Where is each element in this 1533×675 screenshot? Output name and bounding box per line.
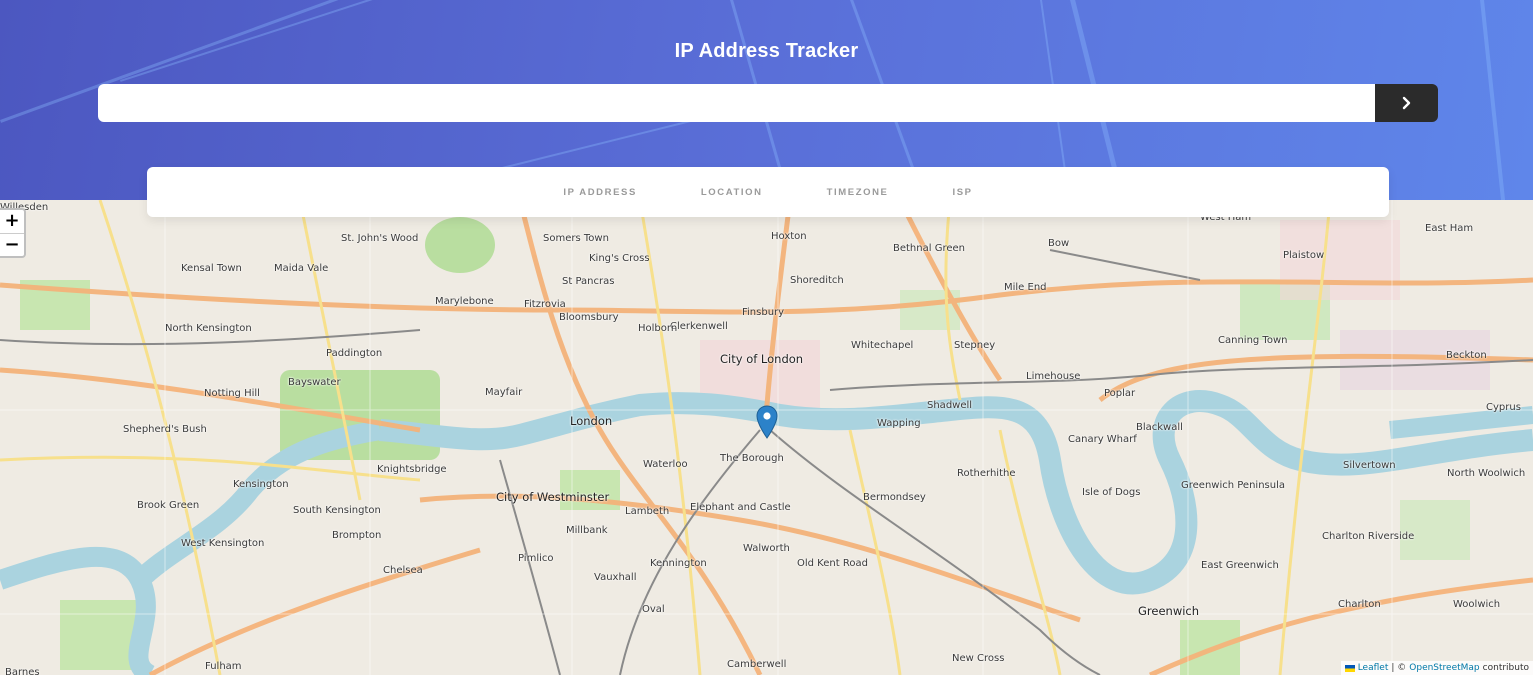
map-place-label: Bayswater bbox=[288, 377, 341, 388]
map-place-label: Marylebone bbox=[435, 296, 494, 307]
info-ip-address: IP ADDRESS bbox=[531, 187, 669, 198]
zoom-control: + − bbox=[0, 208, 26, 258]
info-timezone: TIMEZONE bbox=[795, 187, 921, 198]
info-isp: ISP bbox=[921, 187, 1005, 198]
map-place-label: Plaistow bbox=[1283, 250, 1325, 261]
map-place-label: Silvertown bbox=[1343, 460, 1396, 471]
map-place-label: Charlton Riverside bbox=[1322, 531, 1415, 542]
map-place-label: Brook Green bbox=[137, 500, 200, 511]
map-place-label: Millbank bbox=[566, 525, 608, 536]
map-place-label: North Woolwich bbox=[1447, 468, 1526, 479]
map-place-label: Clerkenwell bbox=[670, 321, 728, 332]
chevron-right-icon bbox=[1402, 96, 1410, 110]
map-place-label: Whitechapel bbox=[851, 340, 914, 351]
map-place-label: Rotherhithe bbox=[957, 468, 1016, 479]
info-location: LOCATION bbox=[669, 187, 795, 198]
zoom-in-button[interactable]: + bbox=[0, 210, 24, 233]
map-place-label: Walworth bbox=[743, 543, 790, 554]
map-place-label: Cyprus bbox=[1486, 402, 1521, 413]
map-place-label: East Ham bbox=[1425, 223, 1474, 234]
search-bar bbox=[98, 84, 1438, 122]
map-pin-icon[interactable] bbox=[756, 405, 778, 439]
map-place-label: Charlton bbox=[1338, 599, 1381, 610]
zoom-out-button[interactable]: − bbox=[0, 233, 24, 256]
map-place-label: Mile End bbox=[1004, 282, 1047, 293]
submit-button[interactable] bbox=[1375, 84, 1438, 122]
map-place-label: Fitzrovia bbox=[524, 299, 566, 310]
map-place-label: Knightsbridge bbox=[377, 464, 447, 475]
map-place-label: Shepherd's Bush bbox=[123, 424, 207, 435]
map-place-label: East Greenwich bbox=[1201, 560, 1279, 571]
map-place-label: Paddington bbox=[326, 348, 383, 359]
map-place-label: Mayfair bbox=[485, 387, 523, 398]
map-place-label: Isle of Dogs bbox=[1082, 487, 1141, 498]
map-place-label: West Kensington bbox=[181, 538, 265, 549]
info-card: IP ADDRESS LOCATION TIMEZONE ISP bbox=[147, 167, 1389, 217]
page-title: IP Address Tracker bbox=[674, 40, 859, 62]
map-place-label: New Cross bbox=[952, 653, 1005, 664]
map-place-label: Greenwich bbox=[1138, 604, 1200, 618]
ip-search-input[interactable] bbox=[98, 84, 1375, 122]
map-place-label: King's Cross bbox=[589, 253, 650, 264]
map-place-label: Greenwich Peninsula bbox=[1181, 480, 1285, 491]
map-place-label: Old Kent Road bbox=[797, 558, 868, 569]
map-place-label: South Kensington bbox=[293, 505, 381, 516]
map-place-label: Poplar bbox=[1104, 388, 1136, 399]
map-place-label: Bermondsey bbox=[863, 492, 926, 503]
map-place-label: Hoxton bbox=[771, 231, 807, 242]
map-place-label: St. John's Wood bbox=[341, 233, 419, 244]
map-place-label: London bbox=[570, 414, 613, 428]
map-place-label: Brompton bbox=[332, 530, 382, 541]
map-place-label: Notting Hill bbox=[204, 388, 260, 399]
attribution-suffix: contributo bbox=[1482, 663, 1529, 673]
info-label: TIMEZONE bbox=[826, 186, 889, 198]
openstreetmap-link[interactable]: OpenStreetMap bbox=[1409, 663, 1479, 673]
map-place-label: Bethnal Green bbox=[893, 243, 965, 254]
map-place-label: Kensal Town bbox=[181, 263, 242, 274]
map-attribution: Leaflet | © OpenStreetMap contributo bbox=[1340, 661, 1533, 675]
leaflet-link[interactable]: Leaflet bbox=[1358, 663, 1389, 673]
map-place-label: Maida Vale bbox=[274, 263, 329, 274]
map-place-label: Woolwich bbox=[1453, 599, 1501, 610]
map-place-label: Chelsea bbox=[383, 565, 423, 576]
map-place-label: Waterloo bbox=[643, 459, 688, 470]
map-place-label: Oval bbox=[642, 604, 665, 615]
map-place-label: Vauxhall bbox=[594, 572, 637, 583]
info-label: IP ADDRESS bbox=[563, 186, 637, 198]
map-place-label: Stepney bbox=[954, 340, 996, 351]
map-place-label: Somers Town bbox=[543, 233, 609, 244]
map-place-label: St Pancras bbox=[562, 276, 615, 287]
ukraine-flag-icon bbox=[1344, 664, 1355, 672]
map-place-label: Lambeth bbox=[625, 506, 670, 517]
map-place-label: City of Westminster bbox=[496, 490, 610, 504]
map-place-label: Barnes bbox=[5, 667, 40, 675]
attribution-separator: | © bbox=[1391, 663, 1407, 673]
map-place-label: Holborn bbox=[638, 323, 678, 334]
map-place-label: Shadwell bbox=[927, 400, 973, 411]
map-place-label: Finsbury bbox=[742, 307, 785, 318]
info-label: ISP bbox=[952, 186, 973, 198]
map-place-label: Canary Wharf bbox=[1068, 434, 1137, 445]
map-place-label: Pimlico bbox=[518, 553, 554, 564]
map-place-label: Kensington bbox=[233, 479, 289, 490]
map-place-label: Bloomsbury bbox=[559, 312, 619, 323]
map-place-label: Limehouse bbox=[1026, 371, 1081, 382]
map-place-label: Bow bbox=[1048, 238, 1070, 249]
map-place-label: Beckton bbox=[1446, 350, 1487, 361]
map-place-label: Canning Town bbox=[1218, 335, 1288, 346]
map-place-label: Elephant and Castle bbox=[690, 502, 791, 513]
info-label: LOCATION bbox=[700, 186, 763, 198]
map-place-label: Blackwall bbox=[1136, 422, 1183, 433]
map-place-label: Camberwell bbox=[727, 659, 787, 670]
map-place-label: Shoreditch bbox=[790, 275, 844, 286]
map-place-label: City of London bbox=[720, 352, 804, 366]
map-place-label: Wapping bbox=[877, 418, 921, 429]
map-place-label: Kennington bbox=[650, 558, 707, 569]
map-place-label: North Kensington bbox=[165, 323, 252, 334]
map-place-label: Fulham bbox=[205, 661, 242, 672]
map-place-label: The Borough bbox=[720, 453, 784, 464]
